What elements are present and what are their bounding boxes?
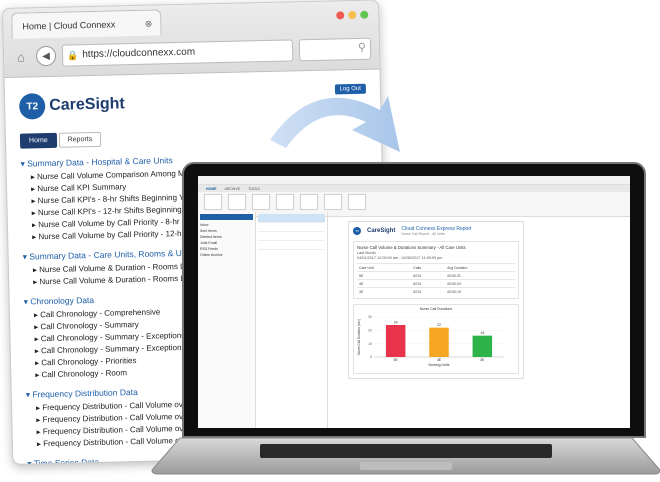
y-tick-label: 10 — [368, 342, 372, 346]
x-axis-label: Nursing Units — [428, 363, 449, 367]
bar-value-label: 16 — [480, 331, 484, 335]
table-cell: 00:00:21 — [445, 271, 515, 280]
folder-item[interactable]: Junk Email — [200, 241, 253, 245]
folder-item[interactable]: Deleted Items — [200, 235, 253, 239]
tab-archive[interactable]: ARCHIVE — [225, 187, 241, 191]
folder-item[interactable]: RSS Feeds — [200, 247, 253, 251]
caresight-mark-icon: T2 — [353, 227, 361, 235]
tab-tools[interactable]: TOOLS — [248, 187, 260, 191]
table-header: Avg Duration — [445, 263, 515, 272]
summary-period: Last Month — [357, 251, 376, 255]
close-window-button[interactable] — [336, 11, 345, 20]
bar-value-label: 24 — [394, 321, 398, 325]
panes: Inbox Sent Items Deleted Items Junk Email RS… — [198, 212, 630, 428]
summary-box: Nurse Call Volume & Durations Summary - … — [353, 241, 519, 299]
forward-button[interactable] — [300, 194, 318, 210]
table-cell: 5213 — [411, 279, 446, 288]
message-item[interactable] — [258, 241, 325, 250]
table-cell: 5213 — [411, 271, 446, 280]
contacts-button[interactable] — [348, 194, 366, 210]
x-tick-label: 4E — [437, 358, 442, 362]
x-tick-label: 3E — [480, 358, 485, 362]
express-report: T2 CareSight Cloud Connexx Express Repor… — [348, 221, 524, 379]
folder-item[interactable]: Inbox — [200, 223, 253, 227]
table-cell: 3E — [357, 287, 412, 295]
y-axis-label: Nurse Call Duration (sec) — [357, 319, 361, 355]
browser-tab[interactable]: Home | Cloud Connexx ⊗ — [11, 9, 162, 39]
reply-all-button[interactable] — [276, 194, 294, 210]
folder-pane: Inbox Sent Items Deleted Items Junk Email RS… — [198, 212, 256, 428]
duration-bar-chart: 0 10 20 30 24 5E 22 4E 16 3E Nursing Units Nurse Ca… — [357, 315, 504, 367]
logo-brand: CareSight — [49, 95, 125, 114]
folder-item[interactable]: Online Archive — [200, 253, 253, 257]
window-controls — [336, 10, 369, 20]
table-row: 3E 5213 00:00:19 — [357, 287, 515, 295]
report-brand: CareSight — [367, 228, 396, 234]
ribbon-tabs: HOME ARCHIVE TOOLS — [198, 185, 630, 192]
chart-bar — [385, 325, 406, 357]
browser-chrome: Home | Cloud Connexx ⊗ ⌂ ◀ 🔒 https://clo… — [3, 0, 380, 78]
table-row: 4E 5213 00:00:24 — [357, 279, 515, 288]
nav-row: ⌂ ◀ 🔒 https://cloudconnexx.com ⚲ — [12, 37, 372, 69]
y-tick-label: 0 — [370, 355, 372, 359]
reading-pane: T2 CareSight Cloud Connexx Express Repor… — [328, 212, 630, 428]
table-cell: 5213 — [411, 287, 446, 295]
message-list — [256, 212, 328, 428]
table-cell: 00:00:24 — [445, 279, 515, 288]
table-row: 5E 5213 00:00:21 — [357, 271, 515, 280]
email-client: HOME ARCHIVE TOOLS Inbox Sent Items Delete… — [198, 176, 630, 428]
y-tick-label: 20 — [368, 329, 372, 333]
url-text: https://cloudconnexx.com — [82, 46, 196, 61]
laptop-screen: HOME ARCHIVE TOOLS Inbox Sent Items Delete… — [182, 162, 646, 438]
search-input[interactable]: ⚲ — [298, 37, 372, 62]
table-header-row: Care Unit Calls Avg Duration — [357, 263, 515, 272]
new-email-button[interactable] — [204, 194, 222, 210]
y-tick-label: 30 — [368, 315, 372, 319]
laptop-base — [151, 437, 660, 475]
table-header: Calls — [411, 263, 446, 272]
table-header: Care Unit — [357, 263, 412, 272]
summary-title: Nurse Call Volume & Durations Summary - … — [357, 245, 466, 250]
report-header: T2 CareSight Cloud Connexx Express Repor… — [353, 226, 519, 236]
tab-home[interactable]: Home — [19, 132, 57, 149]
address-bar[interactable]: 🔒 https://cloudconnexx.com — [61, 39, 294, 67]
message-item[interactable] — [258, 232, 325, 241]
minimize-window-button[interactable] — [348, 10, 357, 20]
tab-home-ribbon[interactable]: HOME — [206, 187, 217, 191]
report-subtitle: Nurse Call Report - All Units — [401, 232, 445, 236]
tab-title: Home | Cloud Connexx — [22, 19, 116, 32]
message-item[interactable] — [258, 223, 325, 232]
move-button[interactable] — [324, 194, 342, 210]
summary-range: 04/01/2017 12:00:00 am - 04/30/2017 11:5… — [357, 256, 443, 260]
duration-chart-box: Nurse Call Durations 0 10 20 30 24 5E 22 4E 16 3E… — [353, 304, 519, 374]
message-item[interactable] — [258, 214, 325, 223]
tab-reports[interactable]: Reports — [58, 131, 102, 148]
summary-table: Care Unit Calls Avg Duration 5E 5213 00:… — [357, 263, 515, 295]
bar-value-label: 22 — [437, 323, 441, 327]
logo-mark-icon: T2 — [18, 93, 46, 120]
lock-icon: 🔒 — [66, 50, 79, 61]
folder-pane-header — [200, 214, 253, 220]
delete-button[interactable] — [228, 194, 246, 210]
folder-item[interactable]: Sent Items — [200, 229, 253, 233]
back-button[interactable]: ◀ — [35, 45, 57, 67]
table-cell: 00:00:19 — [445, 287, 515, 295]
home-icon[interactable]: ⌂ — [12, 47, 30, 65]
reply-button[interactable] — [252, 194, 270, 210]
table-cell: 4E — [357, 279, 412, 288]
close-tab-icon[interactable]: ⊗ — [145, 11, 153, 37]
app-titlebar — [198, 176, 630, 185]
maximize-window-button[interactable] — [360, 10, 369, 19]
chart-bar — [429, 327, 449, 357]
folder-list: Inbox Sent Items Deleted Items Junk Email RS… — [200, 223, 253, 257]
chart-bar — [472, 335, 493, 357]
table-cell: 5E — [357, 271, 412, 280]
x-tick-label: 5E — [394, 358, 399, 362]
search-icon: ⚲ — [357, 41, 367, 54]
